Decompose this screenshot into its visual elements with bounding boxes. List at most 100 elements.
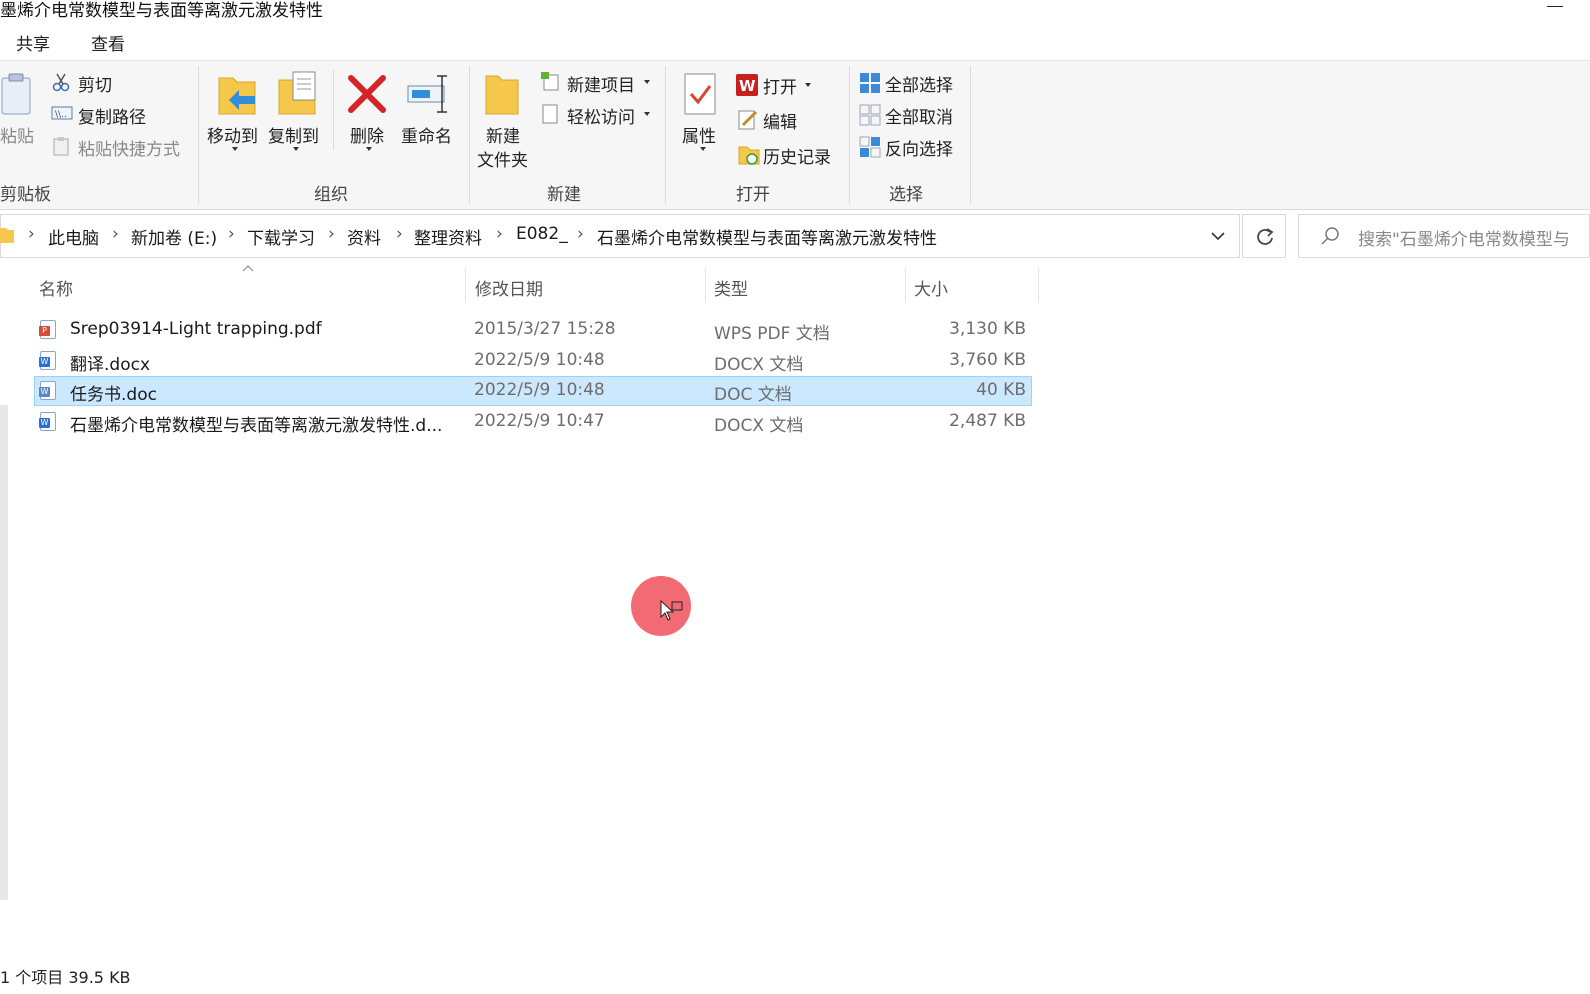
wps-open-icon: W: [736, 74, 758, 96]
window-title: 墨烯介电常数模型与表面等离激元激发特性: [0, 1, 323, 21]
ribbon-divider: [333, 70, 334, 150]
file-name: 任务书.doc: [70, 385, 157, 405]
column-divider[interactable]: [905, 268, 906, 302]
rename-icon: [407, 75, 447, 113]
pdf-file-icon: P: [39, 320, 56, 339]
new-folder-icon: [485, 75, 519, 115]
history-icon: [738, 146, 760, 165]
breadcrumb-materials[interactable]: 资料: [347, 224, 381, 249]
group-label-organize: 组织: [314, 185, 348, 205]
file-name: Srep03914-Light trapping.pdf: [70, 319, 322, 339]
word-file-icon: W: [39, 412, 56, 431]
search-placeholder: 搜索"石墨烯介电常数模型与: [1358, 230, 1570, 250]
file-name: 石墨烯介电常数模型与表面等离激元激发特性.d...: [70, 416, 443, 436]
file-size: 2,487 KB: [949, 411, 1026, 431]
file-date: 2022/5/9 10:48: [474, 380, 605, 400]
file-size: 40 KB: [976, 380, 1026, 400]
invert-selection-icon: [859, 136, 881, 158]
mouse-cursor-icon: [660, 600, 683, 621]
tab-share[interactable]: 共享: [16, 30, 50, 55]
file-name: 翻译.docx: [70, 355, 151, 375]
chevron-down-icon: [293, 147, 299, 151]
paste-label[interactable]: 粘贴: [0, 122, 34, 147]
delete-button[interactable]: 删除: [350, 122, 384, 147]
chevron-down-icon[interactable]: [1210, 230, 1226, 242]
breadcrumb-drive-e[interactable]: 新加卷 (E:): [131, 224, 217, 249]
status-text: 1 个项目 39.5 KB: [0, 968, 131, 987]
easy-access-icon: [542, 104, 558, 124]
ribbon-divider: [469, 66, 470, 204]
history-button[interactable]: 历史记录: [763, 143, 831, 168]
file-row[interactable]: W 石墨烯介电常数模型与表面等离激元激发特性.d... 2022/5/9 10:…: [34, 407, 1032, 437]
clipboard-icon: [1, 73, 31, 115]
properties-button[interactable]: 属性: [682, 122, 716, 147]
edit-button[interactable]: 编辑: [763, 108, 797, 133]
sort-ascending-icon: [242, 265, 254, 272]
invert-selection-button[interactable]: 反向选择: [885, 135, 953, 160]
paste-shortcut-button[interactable]: 粘贴快捷方式: [78, 135, 180, 160]
breadcrumb-separator[interactable]: ›: [328, 224, 335, 244]
copy-to-button[interactable]: 复制到: [268, 122, 319, 147]
file-type: DOCX 文档: [714, 355, 804, 375]
file-size: 3,760 KB: [949, 350, 1026, 370]
properties-icon: [684, 73, 716, 115]
group-label-clipboard: 剪贴板: [0, 185, 51, 205]
new-folder-button[interactable]: 新建: [486, 122, 520, 147]
breadcrumb-downloads-study[interactable]: 下载学习: [247, 224, 315, 249]
easy-access-button[interactable]: 轻松访问: [567, 103, 635, 128]
breadcrumb-this-pc[interactable]: 此电脑: [48, 224, 99, 249]
breadcrumb-current-folder[interactable]: 石墨烯介电常数模型与表面等离激元激发特性: [597, 224, 937, 249]
rename-button[interactable]: 重命名: [401, 122, 452, 147]
breadcrumb-separator[interactable]: ›: [496, 224, 503, 244]
breadcrumb-separator[interactable]: ›: [112, 224, 119, 244]
new-item-icon: [541, 72, 559, 91]
column-header-size[interactable]: 大小: [914, 275, 948, 300]
file-row[interactable]: W 翻译.docx 2022/5/9 10:48 DOCX 文档 3,760 K…: [34, 346, 1032, 376]
breadcrumb-separator[interactable]: ›: [577, 224, 584, 244]
file-type: WPS PDF 文档: [714, 324, 830, 344]
status-bar: [0, 960, 1590, 994]
new-item-button[interactable]: 新建项目: [567, 71, 635, 96]
move-to-button[interactable]: 移动到: [207, 122, 258, 147]
delete-icon: [348, 75, 386, 113]
file-date: 2022/5/9 10:47: [474, 411, 605, 431]
select-none-icon: [859, 104, 881, 126]
ribbon-divider: [970, 66, 971, 204]
select-none-button[interactable]: 全部取消: [885, 103, 953, 128]
file-type: DOCX 文档: [714, 416, 804, 436]
chevron-down-icon: [805, 83, 811, 87]
tab-view[interactable]: 查看: [91, 30, 125, 55]
file-date: 2022/5/9 10:48: [474, 350, 605, 370]
navigation-scrollbar[interactable]: [0, 405, 8, 900]
ribbon-divider: [849, 66, 850, 204]
column-divider[interactable]: [1038, 268, 1039, 302]
open-button[interactable]: 打开: [763, 73, 797, 98]
file-row-selected[interactable]: W 任务书.doc 2022/5/9 10:48 DOC 文档 40 KB: [34, 376, 1032, 406]
minimize-button[interactable]: [1540, 0, 1568, 18]
chevron-down-icon: [232, 147, 238, 151]
word-file-icon: W: [39, 351, 56, 370]
breadcrumb-separator[interactable]: ›: [228, 224, 235, 244]
file-row[interactable]: P Srep03914-Light trapping.pdf 2015/3/27…: [34, 315, 1032, 345]
copy-to-icon: [278, 71, 316, 115]
breadcrumb-organized-materials[interactable]: 整理资料: [414, 224, 482, 249]
select-all-button[interactable]: 全部选择: [885, 71, 953, 96]
paste-button[interactable]: [0, 72, 34, 120]
chevron-down-icon: [700, 147, 706, 151]
move-to-icon: [218, 77, 256, 115]
svg-text:W: W: [739, 77, 756, 95]
cut-button[interactable]: 剪切: [78, 71, 112, 96]
column-header-type[interactable]: 类型: [714, 275, 748, 300]
refresh-button[interactable]: [1242, 214, 1286, 258]
column-divider[interactable]: [705, 268, 706, 302]
column-header-name[interactable]: 名称: [39, 275, 73, 300]
copy-path-button[interactable]: 复制路径: [78, 103, 146, 128]
word-file-icon: W: [39, 381, 56, 400]
column-divider[interactable]: [465, 268, 466, 302]
column-header-date[interactable]: 修改日期: [475, 275, 543, 300]
menu-bar: [0, 26, 1590, 58]
ribbon-divider: [198, 66, 199, 204]
chevron-down-icon: [366, 147, 372, 151]
breadcrumb-separator[interactable]: ›: [396, 224, 403, 244]
breadcrumb-e082[interactable]: E082_: [516, 224, 568, 244]
